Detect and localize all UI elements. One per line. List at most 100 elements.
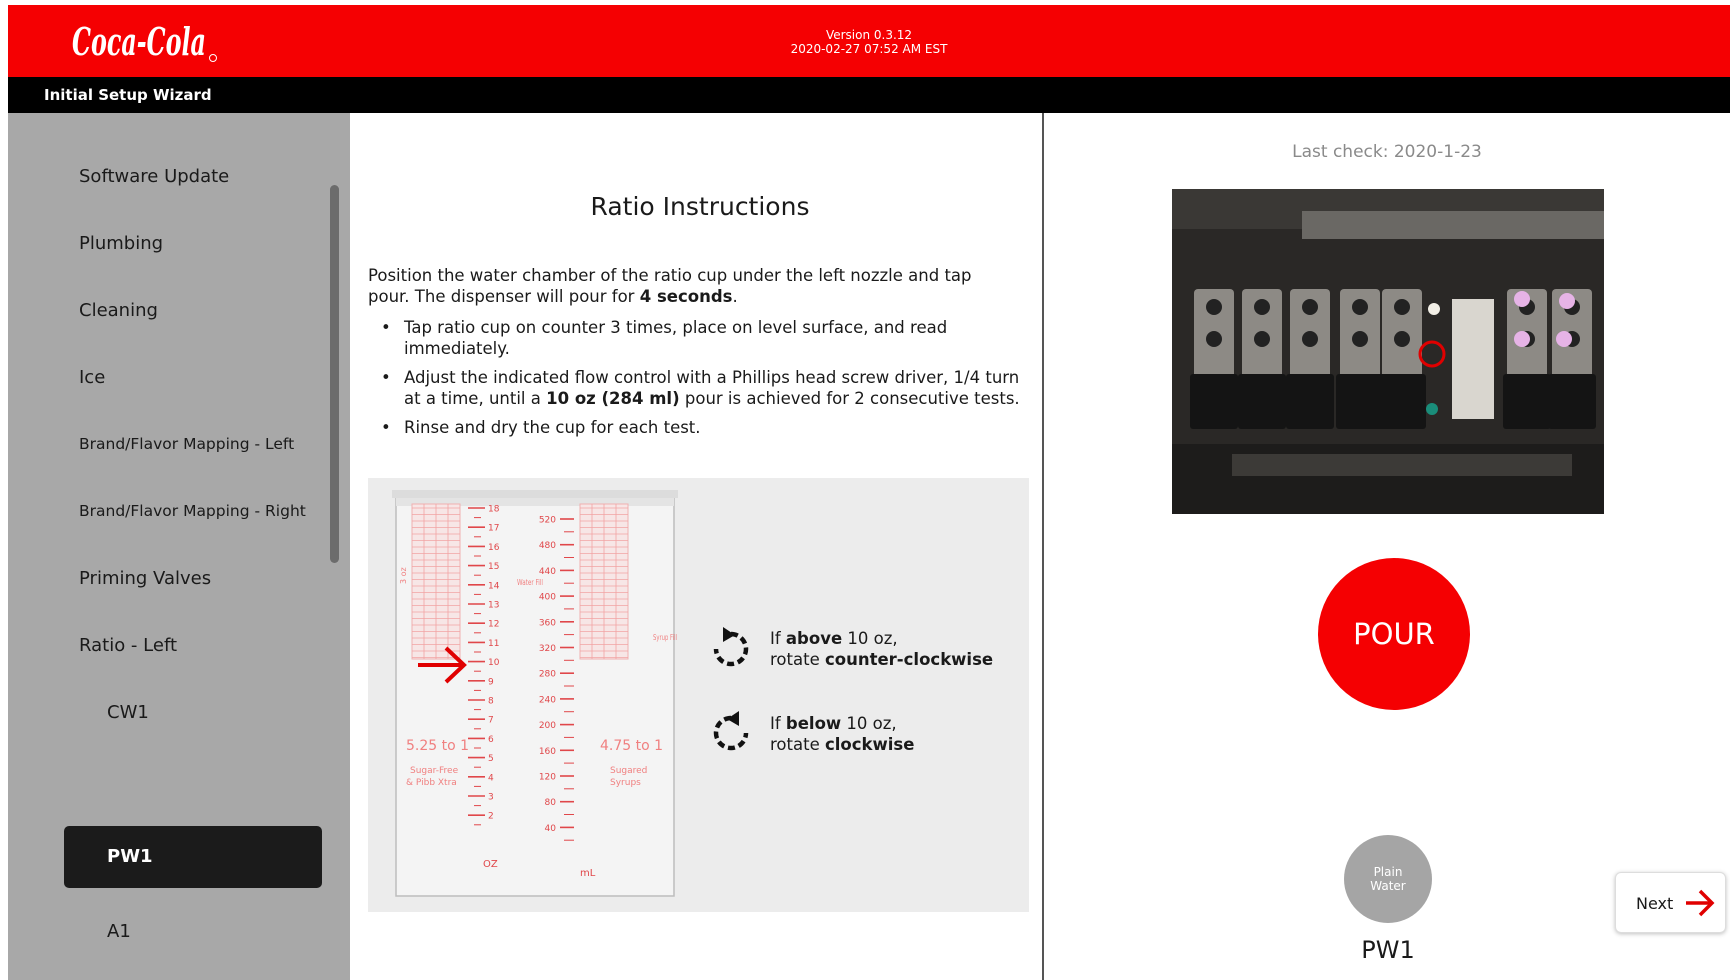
above-text: If (770, 629, 786, 648)
below-instruction: If below 10 oz, rotate clockwise (770, 713, 914, 755)
oz-tick-label: 14 (488, 581, 500, 591)
oz-tick-label: 15 (488, 562, 499, 572)
instructions-panel: Ratio Instructions Position the water ch… (350, 113, 1050, 980)
list-item: Tap ratio cup on counter 3 times, place … (368, 317, 1028, 359)
water-fill-label: Water Fill (517, 578, 543, 587)
oz-tick-label: 12 (488, 620, 499, 630)
oz-unit-label: OZ (483, 859, 498, 870)
next-button[interactable]: Next (1615, 872, 1726, 933)
oz-tick-label: 18 (488, 505, 500, 515)
ml-tick-label: 440 (539, 567, 556, 577)
valve-panel: Last check: 2020-1-23 POUR Plain Water P… (1044, 113, 1730, 980)
sidebar-item-priming-valves[interactable]: Priming Valves (79, 568, 211, 589)
ml-tick-label: 280 (539, 670, 556, 680)
oz-tick-label: 2 (488, 812, 494, 822)
sidebar-item-a1[interactable]: A1 (107, 921, 131, 942)
sidebar-item-plumbing[interactable]: Plumbing (79, 233, 163, 254)
counter-clockwise-icon (713, 627, 749, 667)
right-ratio-label: 4.75 to 1 (600, 738, 663, 754)
ml-tick-label: 520 (539, 516, 556, 526)
version-text: Version 0.3.12 (825, 28, 913, 42)
version-info: Version 0.3.12 2020-02-27 07:52 AM EST (8, 28, 1730, 56)
left-ratio-desc1: Sugar-Free (410, 766, 459, 776)
bullet-text: Rinse and dry the cup for each test. (404, 418, 701, 437)
water-gradation-strip (411, 503, 461, 660)
intro-suffix: . (732, 287, 738, 306)
oz-tick-label: 16 (488, 543, 500, 553)
intro-bold: 4 seconds (639, 287, 733, 306)
above-text-3: rotate (770, 650, 825, 669)
page-title: Ratio Instructions (590, 192, 810, 221)
sidebar-item-cleaning[interactable]: Cleaning (79, 300, 158, 321)
left-ratio-desc2: & Pibb Xtra (406, 778, 457, 788)
arrow-right-icon (1686, 889, 1715, 917)
intro-text: Position the water chamber of the ratio … (368, 265, 1018, 307)
sidebar-item-ice[interactable]: Ice (79, 367, 105, 388)
valve-label: PW1 (1361, 936, 1415, 964)
oz-tick-label: 7 (488, 716, 494, 726)
ml-tick-label: 80 (545, 798, 557, 808)
left-ratio-label: 5.25 to 1 (406, 738, 469, 754)
ml-tick-label: 240 (539, 695, 556, 705)
app-frame: Coca-Cola Version 0.3.12 2020-02-27 07:5… (8, 5, 1730, 980)
below-text: If (770, 714, 786, 733)
oz-tick-label: 4 (488, 773, 494, 783)
ml-tick-label: 360 (539, 618, 556, 628)
sidebar-item-ratio-left[interactable]: Ratio - Left (79, 635, 177, 656)
next-label: Next (1636, 894, 1674, 913)
sidebar[interactable]: Software Update Plumbing Cleaning Ice Br… (8, 113, 350, 980)
oz-tick-label: 5 (488, 754, 494, 764)
oz-tick-label: 11 (488, 639, 499, 649)
ml-tick-label: 200 (539, 721, 556, 731)
plain-water-button[interactable]: Plain Water (1344, 835, 1432, 923)
syrup-gradation-strip (579, 503, 629, 660)
above-bold: above (785, 629, 843, 648)
wizard-title: Initial Setup Wizard (8, 77, 1730, 113)
last-check-text: Last check: 2020-1-23 (1292, 142, 1482, 162)
bullet-text: pour is achieved for 2 consecutive tests… (679, 389, 1020, 408)
bullet-bold: 10 oz (284 ml) (546, 389, 680, 408)
ratio-cup-illustration: 18 17 16 15 14 13 12 11 10 9 8 7 6 5 4 3 2 520 480 440 400 3… (392, 490, 678, 897)
ml-unit-label: mL (580, 868, 596, 879)
list-item: Adjust the indicated flow control with a… (368, 367, 1028, 409)
oz-tick-label: 8 (488, 697, 494, 707)
below-direction: clockwise (824, 735, 915, 754)
right-ratio-desc2: Syrups (610, 778, 641, 788)
above-direction: counter-clockwise (824, 650, 994, 669)
ml-tick-label: 480 (539, 541, 556, 551)
oz-tick-label: 17 (488, 524, 499, 534)
above-instruction: If above 10 oz, rotate counter-clockwise (770, 628, 993, 670)
clockwise-icon (713, 711, 749, 751)
list-item: Rinse and dry the cup for each test. (368, 417, 1028, 438)
sidebar-item-brand-mapping-left[interactable]: Brand/Flavor Mapping - Left (79, 435, 294, 453)
oz-tick-label: 13 (488, 601, 499, 611)
valve-bodies (1190, 289, 1596, 429)
pour-button[interactable]: POUR (1318, 558, 1470, 710)
sidebar-item-software-update[interactable]: Software Update (79, 166, 229, 187)
datetime-text: 2020-02-27 07:52 AM EST (790, 42, 948, 56)
sidebar-scrollbar[interactable] (330, 185, 339, 563)
plain-water-label-2: Water (1370, 879, 1406, 893)
oz-tick-label: 6 (488, 735, 494, 745)
syrup-fill-label: Syrup Fill (653, 633, 677, 642)
oz-tick-label: 3 (488, 793, 494, 803)
ml-tick-label: 160 (539, 747, 556, 757)
top-bar: Coca-Cola Version 0.3.12 2020-02-27 07:5… (8, 5, 1730, 77)
sidebar-item-pw1[interactable]: PW1 (64, 826, 322, 888)
valve-photo (1172, 189, 1604, 514)
bullet-text: Tap ratio cup on counter 3 times, place … (404, 318, 948, 358)
above-text-2: 10 oz, (842, 629, 898, 648)
ml-tick-label: 320 (539, 644, 556, 654)
oz-tick-label: 9 (488, 677, 494, 687)
ml-tick-label: 40 (545, 824, 557, 834)
ml-tick-label: 120 (539, 773, 556, 783)
sidebar-item-brand-mapping-right[interactable]: Brand/Flavor Mapping - Right (79, 502, 306, 520)
below-bold: below (785, 714, 842, 733)
right-ratio-desc1: Sugared (610, 766, 647, 776)
below-text-3: rotate (770, 735, 825, 754)
ratio-cup-diagram: 18 17 16 15 14 13 12 11 10 9 8 7 6 5 4 3 2 520 480 440 400 3… (368, 478, 1029, 912)
plain-water-label-1: Plain (1373, 865, 1403, 879)
instruction-list: Tap ratio cup on counter 3 times, place … (368, 317, 1028, 446)
ml-tick-label: 400 (539, 593, 556, 603)
sidebar-item-cw1[interactable]: CW1 (107, 702, 149, 723)
